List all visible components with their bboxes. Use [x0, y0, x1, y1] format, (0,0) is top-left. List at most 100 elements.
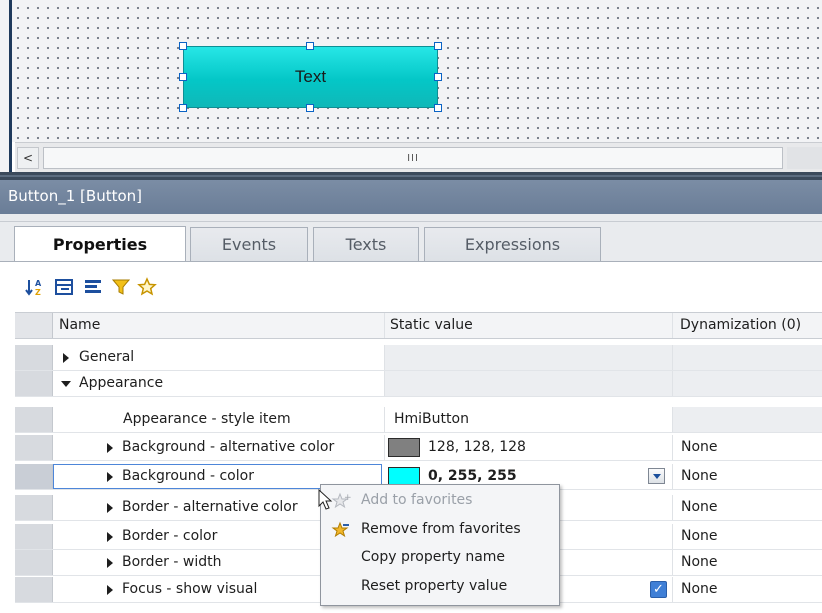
title-bar-spacer [0, 214, 822, 222]
design-canvas[interactable]: Text [0, 0, 822, 142]
dynamization-value: None [681, 528, 718, 544]
inspector-title-bar: Button_1 [Button] [0, 180, 822, 214]
remove-favorite-icon [331, 521, 351, 539]
property-value: HmiButton [394, 411, 469, 427]
dynamization-value: None [681, 468, 718, 484]
expand-arrow-icon[interactable] [107, 585, 113, 595]
property-row-appearance[interactable]: Appearance [15, 371, 822, 397]
tab-properties[interactable]: Properties [14, 226, 186, 262]
column-header-name-label: Name [59, 317, 101, 333]
color-dropdown-button[interactable] [648, 468, 665, 484]
scrollbar-track[interactable] [787, 147, 822, 169]
property-name: Appearance - style item [123, 411, 291, 427]
resize-handle-top-left[interactable] [179, 42, 187, 50]
resize-handle-top-right[interactable] [434, 42, 442, 50]
column-header-static-value-label: Static value [390, 317, 473, 333]
scroll-grip-icon: III [407, 152, 419, 164]
property-dynamization-cell [673, 345, 822, 370]
property-dynamization-cell[interactable]: None [673, 550, 822, 575]
dynamization-value: None [681, 581, 718, 597]
row-gutter [15, 495, 53, 520]
inspector-title: Button_1 [Button] [8, 187, 143, 205]
hmi-button-widget[interactable]: Text [183, 46, 438, 108]
property-name: Background - alternative color [122, 439, 335, 455]
tab-texts[interactable]: Texts [313, 227, 419, 261]
property-name: Appearance [79, 375, 164, 391]
property-dynamization-cell[interactable]: None [673, 435, 822, 460]
favorites-star-icon[interactable] [136, 276, 158, 298]
resize-handle-left[interactable] [179, 73, 187, 81]
menu-item-reset-property-value[interactable]: Reset property value [321, 575, 559, 599]
resize-handle-right[interactable] [434, 73, 442, 81]
menu-item-label: Copy property name [361, 549, 506, 565]
menu-item-label: Add to favorites [361, 492, 473, 508]
tab-expressions[interactable]: Expressions [424, 227, 601, 261]
chevron-left-icon: < [22, 151, 34, 165]
expand-arrow-icon[interactable] [107, 532, 113, 542]
expand-arrow-icon[interactable] [107, 472, 113, 482]
filter-icon[interactable] [110, 276, 132, 298]
resize-handle-bottom[interactable] [306, 104, 314, 112]
color-swatch[interactable] [388, 438, 420, 457]
property-row-style-item[interactable]: Appearance - style item HmiButton [15, 407, 822, 433]
column-header-static-value[interactable]: Static value [385, 313, 673, 338]
scroll-left-button[interactable]: < [17, 147, 39, 169]
property-name: Border - color [122, 528, 218, 544]
tab-texts-label: Texts [345, 235, 387, 254]
property-dynamization-cell [673, 407, 822, 432]
property-row-general[interactable]: General [15, 345, 822, 371]
property-dynamization-cell[interactable]: None [673, 577, 822, 602]
focus-visual-checkbox[interactable]: ✓ [650, 581, 667, 598]
dynamization-value: None [681, 554, 718, 570]
menu-item-copy-property-name[interactable]: Copy property name [321, 546, 559, 570]
property-name-cell[interactable]: Appearance - style item [53, 407, 385, 432]
property-name-cell[interactable]: Background - alternative color [53, 435, 385, 460]
menu-item-add-to-favorites[interactable]: + Add to favorites [321, 489, 559, 513]
property-dynamization-cell[interactable]: None [673, 464, 822, 489]
row-gutter [15, 524, 53, 549]
group-view-icon[interactable] [53, 276, 75, 298]
resize-handle-bottom-right[interactable] [434, 104, 442, 112]
tab-events[interactable]: Events [190, 227, 308, 261]
property-name-cell[interactable]: Appearance [53, 371, 385, 396]
property-name: General [79, 349, 135, 365]
horizontal-scrollbar[interactable]: < III [15, 142, 822, 172]
property-value: 128, 128, 128 [428, 439, 526, 455]
sort-az-icon[interactable]: A Z [24, 276, 46, 298]
inspector-tabs: Properties Events Texts Expressions [0, 222, 822, 262]
property-value-cell [385, 345, 673, 370]
hmi-button-text: Text [294, 67, 327, 86]
add-favorite-icon: + [331, 492, 352, 510]
svg-text:A: A [35, 279, 42, 288]
row-gutter [15, 407, 53, 432]
scrollbar-thumb[interactable]: III [43, 147, 783, 169]
resize-handle-bottom-left[interactable] [179, 104, 187, 112]
expand-arrow-icon[interactable] [107, 443, 113, 453]
property-name-cell[interactable]: General [53, 345, 385, 370]
collapse-arrow-icon[interactable] [61, 381, 71, 387]
row-gutter [15, 371, 53, 396]
property-dynamization-cell[interactable]: None [673, 495, 822, 520]
mouse-cursor-icon [318, 489, 333, 510]
column-header-name[interactable]: Name [53, 313, 385, 338]
property-row-background-alt-color[interactable]: Background - alternative color 128, 128,… [15, 435, 822, 461]
expand-arrow-icon[interactable] [107, 503, 113, 513]
column-header-dynamization-label: Dynamization (0) [680, 317, 802, 333]
expand-arrow-icon[interactable] [63, 353, 69, 363]
menu-item-remove-from-favorites[interactable]: Remove from favorites [321, 518, 559, 542]
expand-arrow-icon[interactable] [107, 558, 113, 568]
property-dynamization-cell[interactable]: None [673, 524, 822, 549]
grid-header-row: Name Static value Dynamization (0) [15, 313, 822, 339]
property-value-cell[interactable]: 128, 128, 128 [385, 435, 673, 460]
svg-text:+: + [344, 493, 351, 503]
list-view-icon[interactable] [82, 276, 104, 298]
tab-properties-label: Properties [52, 235, 148, 254]
row-gutter [15, 464, 53, 489]
panel-splitter[interactable] [0, 172, 822, 180]
property-value-cell[interactable]: HmiButton [385, 407, 673, 432]
column-header-dynamization[interactable]: Dynamization (0) [673, 313, 822, 338]
dynamization-value: None [681, 439, 718, 455]
context-menu: + Add to favorites Remove from favorites… [320, 484, 560, 606]
resize-handle-top[interactable] [306, 42, 314, 50]
property-value: 0, 255, 255 [428, 468, 517, 484]
